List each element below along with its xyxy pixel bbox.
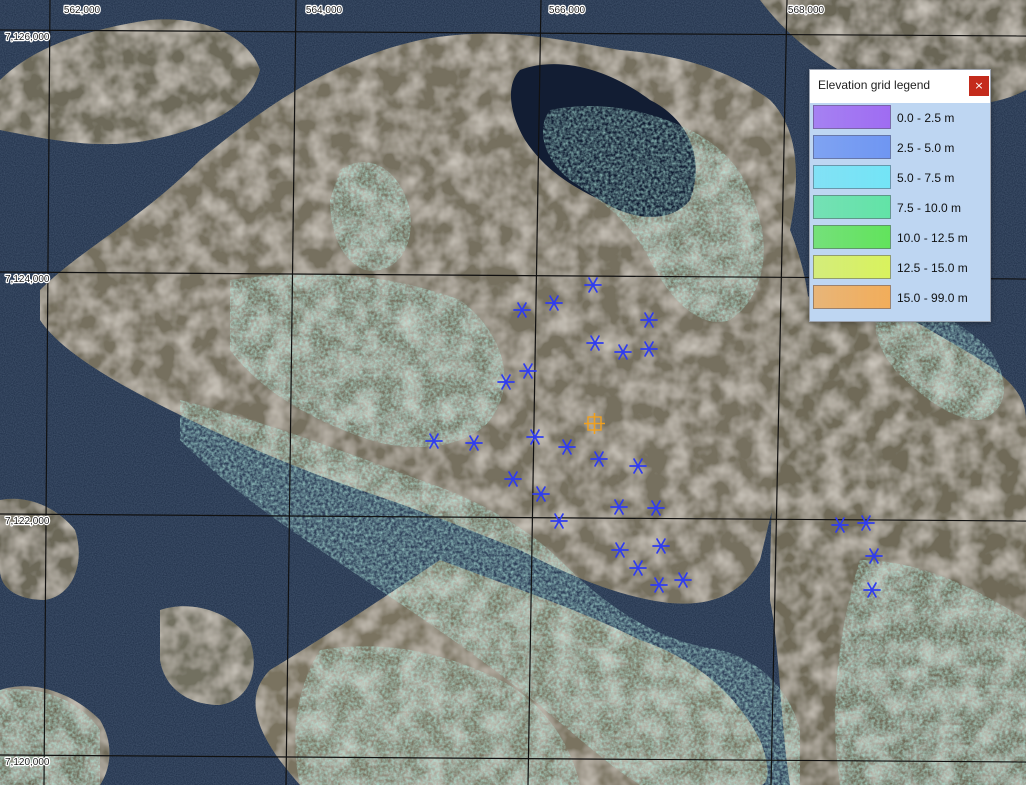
legend-swatch xyxy=(813,285,891,309)
legend-item-label: 7.5 - 10.0 m xyxy=(897,201,962,215)
legend-item-label: 2.5 - 5.0 m xyxy=(897,141,955,155)
legend-item: 7.5 - 10.0 m xyxy=(810,193,990,223)
easting-label-564000: 564,000 xyxy=(306,5,343,16)
close-icon[interactable]: × xyxy=(969,76,989,96)
legend-swatch xyxy=(813,225,891,249)
easting-label-568000: 568,000 xyxy=(788,5,825,16)
legend-item-label: 12.5 - 15.0 m xyxy=(897,261,968,275)
easting-label-562000: 562,000 xyxy=(64,5,101,16)
elevation-legend-window[interactable]: Elevation grid legend × 0.0 - 2.5 m 2.5 … xyxy=(809,69,991,322)
northing-label-7124000: 7,124,000 xyxy=(5,274,50,285)
legend-body: 0.0 - 2.5 m 2.5 - 5.0 m 5.0 - 7.5 m 7.5 … xyxy=(810,103,990,321)
legend-header[interactable]: Elevation grid legend × xyxy=(810,70,990,103)
northing-label-7120000: 7,120,000 xyxy=(5,757,50,768)
legend-item-label: 0.0 - 2.5 m xyxy=(897,111,955,125)
easting-label-566000: 566,000 xyxy=(549,5,586,16)
legend-item: 15.0 - 99.0 m xyxy=(810,283,990,313)
legend-item: 5.0 - 7.5 m xyxy=(810,163,990,193)
legend-item: 10.0 - 12.5 m xyxy=(810,223,990,253)
legend-swatch xyxy=(813,255,891,279)
legend-swatch xyxy=(813,195,891,219)
legend-item-label: 15.0 - 99.0 m xyxy=(897,291,968,305)
legend-title: Elevation grid legend xyxy=(818,78,931,92)
northing-label-7126000: 7,126,000 xyxy=(5,32,50,43)
legend-item: 2.5 - 5.0 m xyxy=(810,133,990,163)
legend-item-label: 10.0 - 12.5 m xyxy=(897,231,968,245)
legend-swatch xyxy=(813,165,891,189)
northing-label-7122000: 7,122,000 xyxy=(5,516,50,527)
legend-item-label: 5.0 - 7.5 m xyxy=(897,171,955,185)
legend-item: 12.5 - 15.0 m xyxy=(810,253,990,283)
legend-swatch xyxy=(813,105,891,129)
legend-swatch xyxy=(813,135,891,159)
legend-item: 0.0 - 2.5 m xyxy=(810,103,990,133)
